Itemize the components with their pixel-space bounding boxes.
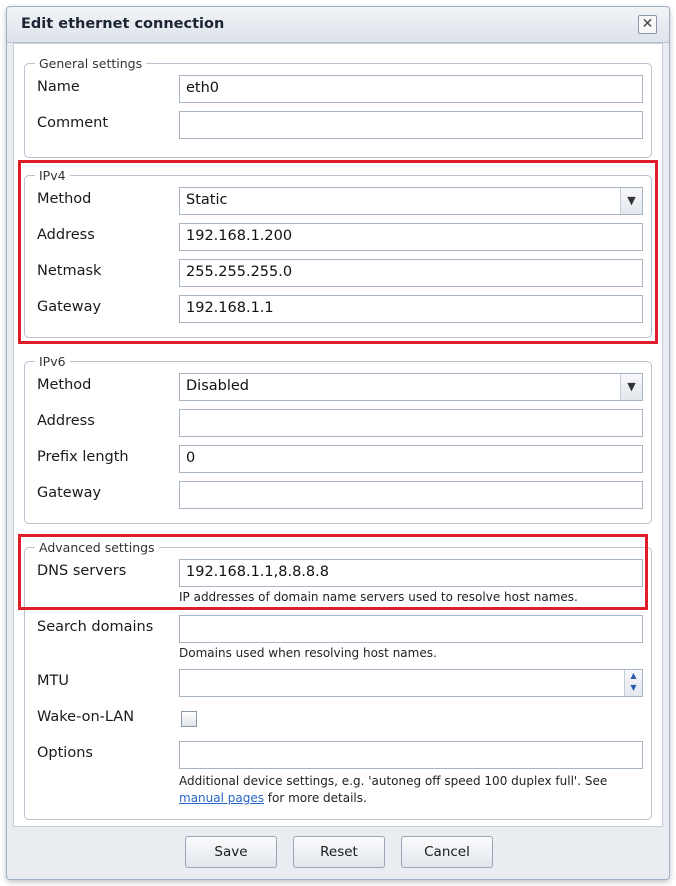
ipv6-method-select[interactable]: Disabled ▼ bbox=[179, 373, 643, 401]
comment-label: Comment bbox=[37, 115, 109, 131]
search-domains-label: Search domains bbox=[37, 619, 154, 635]
options-hint-suffix: for more details. bbox=[263, 791, 367, 805]
ipv6-prefix-field[interactable]: 0 bbox=[179, 445, 643, 473]
ipv6-group: IPv6 Method Disabled ▼ Address Prefix le… bbox=[24, 354, 652, 524]
settings-panel: General settings Name eth0 Comment IPv4 … bbox=[13, 43, 663, 827]
name-row: Name eth0 bbox=[25, 73, 651, 105]
dns-servers-field[interactable]: 192.168.1.1,8.8.8.8 bbox=[179, 559, 643, 587]
ipv4-method-select[interactable]: Static ▼ bbox=[179, 187, 643, 215]
ipv4-method-value: Static bbox=[186, 192, 228, 208]
general-settings-group: General settings Name eth0 Comment bbox=[24, 56, 652, 158]
ipv6-method-label: Method bbox=[37, 377, 92, 393]
dns-label: DNS servers bbox=[37, 563, 127, 579]
wake-on-lan-checkbox[interactable] bbox=[181, 711, 197, 727]
ipv6-gateway-row: Gateway bbox=[25, 479, 651, 511]
spinner-arrows-icon[interactable]: ▲ ▼ bbox=[624, 670, 642, 696]
comment-field[interactable] bbox=[179, 111, 643, 139]
reset-button[interactable]: Reset bbox=[293, 836, 385, 868]
close-icon: ✕ bbox=[641, 16, 654, 32]
comment-row: Comment bbox=[25, 109, 651, 141]
ipv4-gateway-field[interactable]: 192.168.1.1 bbox=[179, 295, 643, 323]
mtu-field[interactable]: ▲ ▼ bbox=[179, 669, 643, 697]
wake-on-lan-label: Wake-on-LAN bbox=[37, 709, 135, 725]
name-label: Name bbox=[37, 79, 80, 95]
cancel-button[interactable]: Cancel bbox=[401, 836, 493, 868]
mtu-row: MTU ▲ ▼ bbox=[25, 667, 651, 699]
ipv6-address-field[interactable] bbox=[179, 409, 643, 437]
close-button[interactable]: ✕ bbox=[638, 15, 657, 34]
dns-hint: IP addresses of domain name servers used… bbox=[179, 590, 578, 604]
ipv6-prefix-row: Prefix length 0 bbox=[25, 443, 651, 475]
options-label: Options bbox=[37, 745, 93, 761]
ipv4-legend: IPv4 bbox=[39, 168, 66, 183]
ipv4-address-row: Address 192.168.1.200 bbox=[25, 221, 651, 253]
ipv4-gateway-row: Gateway 192.168.1.1 bbox=[25, 293, 651, 325]
advanced-settings-legend: Advanced settings bbox=[39, 540, 155, 555]
dialog-title: Edit ethernet connection bbox=[21, 16, 225, 32]
ipv4-gateway-label: Gateway bbox=[37, 299, 102, 315]
options-hint: Additional device settings, e.g. 'autone… bbox=[179, 773, 643, 807]
ipv4-netmask-label: Netmask bbox=[37, 263, 102, 279]
search-domains-hint: Domains used when resolving host names. bbox=[179, 646, 437, 660]
ipv6-gateway-field[interactable] bbox=[179, 481, 643, 509]
ipv4-address-field[interactable]: 192.168.1.200 bbox=[179, 223, 643, 251]
search-domains-field[interactable] bbox=[179, 615, 643, 643]
save-button[interactable]: Save bbox=[185, 836, 277, 868]
ipv4-address-label: Address bbox=[37, 227, 95, 243]
dialog-titlebar: Edit ethernet connection ✕ bbox=[7, 7, 669, 43]
ipv6-gateway-label: Gateway bbox=[37, 485, 102, 501]
ipv6-legend: IPv6 bbox=[39, 354, 66, 369]
chevron-down-icon[interactable]: ▼ bbox=[620, 188, 642, 214]
search-domains-row: Search domains bbox=[25, 613, 651, 645]
ipv6-address-row: Address bbox=[25, 407, 651, 439]
mtu-label: MTU bbox=[37, 673, 69, 689]
chevron-down-icon[interactable]: ▼ bbox=[620, 374, 642, 400]
edit-ethernet-dialog: Edit ethernet connection ✕ General setti… bbox=[6, 6, 670, 880]
ipv4-netmask-field[interactable]: 255.255.255.0 bbox=[179, 259, 643, 287]
ipv4-method-row: Method Static ▼ bbox=[25, 185, 651, 217]
general-settings-legend: General settings bbox=[39, 56, 143, 71]
options-row: Options bbox=[25, 739, 651, 771]
ipv6-method-row: Method Disabled ▼ bbox=[25, 371, 651, 403]
ipv4-group: IPv4 Method Static ▼ Address 192.168.1.2… bbox=[24, 168, 652, 338]
ipv4-netmask-row: Netmask 255.255.255.0 bbox=[25, 257, 651, 289]
dns-row: DNS servers 192.168.1.1,8.8.8.8 bbox=[25, 557, 651, 589]
wake-on-lan-row: Wake-on-LAN bbox=[25, 703, 651, 735]
options-hint-text: Additional device settings, e.g. 'autone… bbox=[179, 774, 608, 788]
ipv4-method-label: Method bbox=[37, 191, 92, 207]
ipv6-address-label: Address bbox=[37, 413, 95, 429]
manual-pages-link[interactable]: manual pages bbox=[179, 791, 264, 805]
advanced-settings-group: Advanced settings DNS servers 192.168.1.… bbox=[24, 540, 652, 820]
name-field[interactable]: eth0 bbox=[179, 75, 643, 103]
options-field[interactable] bbox=[179, 741, 643, 769]
ipv6-prefix-label: Prefix length bbox=[37, 449, 129, 465]
ipv6-method-value: Disabled bbox=[186, 378, 249, 394]
